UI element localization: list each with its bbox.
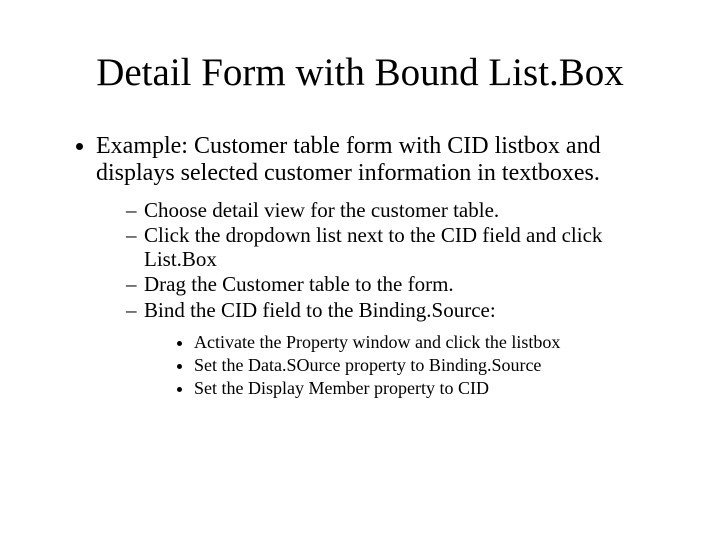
bullet-item: Choose detail view for the customer tabl… xyxy=(126,199,650,223)
bullet-text: Drag the Customer table to the form. xyxy=(144,272,454,296)
bullet-list-level2: Choose detail view for the customer tabl… xyxy=(96,199,650,399)
slide: Detail Form with Bound List.Box Example:… xyxy=(0,0,720,540)
bullet-item: Click the dropdown list next to the CID … xyxy=(126,224,650,271)
bullet-item: Activate the Property window and click t… xyxy=(194,332,630,353)
bullet-text: Set the Display Member property to CID xyxy=(194,378,489,398)
bullet-text: Activate the Property window and click t… xyxy=(194,332,560,352)
bullet-text: Choose detail view for the customer tabl… xyxy=(144,198,499,222)
bullet-item: Drag the Customer table to the form. xyxy=(126,273,650,297)
bullet-text: Click the dropdown list next to the CID … xyxy=(144,223,602,271)
bullet-text: Example: Customer table form with CID li… xyxy=(96,133,601,186)
bullet-item: Set the Data.SOurce property to Binding.… xyxy=(194,355,630,376)
bullet-item: Example: Customer table form with CID li… xyxy=(96,133,680,398)
bullet-item: Set the Display Member property to CID xyxy=(194,378,630,399)
bullet-list-level1: Example: Customer table form with CID li… xyxy=(40,133,680,398)
bullet-text: Bind the CID field to the Binding.Source… xyxy=(144,298,496,322)
slide-title: Detail Form with Bound List.Box xyxy=(40,50,680,95)
bullet-item: Bind the CID field to the Binding.Source… xyxy=(126,299,650,399)
bullet-list-level3: Activate the Property window and click t… xyxy=(144,332,630,398)
bullet-text: Set the Data.SOurce property to Binding.… xyxy=(194,355,541,375)
